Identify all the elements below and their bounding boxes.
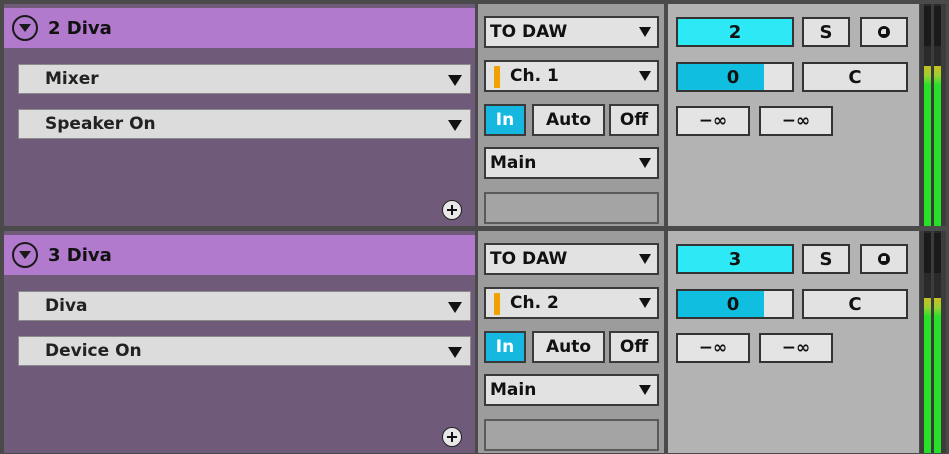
dropdown-arrow-icon — [639, 27, 651, 37]
meter-fill — [934, 297, 941, 453]
level-meter — [920, 231, 946, 453]
midi-channel-select[interactable]: Ch. 1 — [484, 60, 659, 92]
volume-value: 0 — [726, 293, 740, 315]
track-name[interactable]: 2 Diva — [48, 18, 112, 39]
midi-from-select[interactable]: TO DAW — [484, 16, 659, 48]
parameter-chooser[interactable]: Device On — [18, 336, 471, 366]
meter-headroom — [934, 233, 941, 273]
midi-channel-select[interactable]: Ch. 2 — [484, 287, 659, 319]
monitor-off-button[interactable]: Off — [609, 331, 659, 363]
device-chooser[interactable]: Diva — [18, 291, 471, 321]
channel-marker-icon — [494, 66, 500, 88]
monitor-in-button[interactable]: In — [484, 331, 526, 363]
track-activator-button[interactable]: 3 — [676, 244, 794, 274]
volume-slider[interactable]: 0 — [676, 289, 794, 319]
io-section: TO DAW Ch. 2 In Auto Off Main — [478, 231, 664, 453]
solo-button[interactable]: S — [802, 17, 850, 47]
send-a-knob[interactable]: −∞ — [676, 333, 750, 363]
fold-chevron-icon[interactable] — [12, 242, 38, 268]
monitor-auto-button[interactable]: Auto — [532, 104, 605, 136]
output-label: Main — [490, 380, 537, 400]
channel-marker-icon — [494, 293, 500, 315]
io-section: TO DAW Ch. 1 In Auto Off Main — [478, 4, 664, 226]
monitor-auto-button[interactable]: Auto — [532, 331, 605, 363]
volume-value: 0 — [726, 66, 740, 88]
midi-from-label: TO DAW — [490, 249, 568, 269]
dropdown-arrow-icon — [639, 71, 651, 81]
device-chooser-label: Mixer — [45, 69, 99, 89]
mixer-section: 2 S 0 C −∞ −∞ — [668, 4, 919, 226]
dropdown-arrow-icon — [448, 302, 462, 313]
meter-headroom — [924, 233, 931, 273]
pan-knob[interactable]: C — [802, 62, 908, 92]
send-a-knob[interactable]: −∞ — [676, 106, 750, 136]
meter-headroom — [924, 6, 931, 46]
dropdown-arrow-icon — [448, 120, 462, 131]
level-meter — [920, 4, 946, 226]
dropdown-arrow-icon — [639, 254, 651, 264]
cue-button[interactable] — [860, 244, 908, 274]
dropdown-arrow-icon — [448, 75, 462, 86]
add-plus-icon[interactable] — [442, 200, 462, 220]
dropdown-arrow-icon — [639, 385, 651, 395]
output-select[interactable]: Main — [484, 374, 659, 406]
parameter-chooser[interactable]: Speaker On — [18, 109, 471, 139]
midi-channel-label: Ch. 2 — [510, 293, 559, 313]
meter-fill — [934, 66, 941, 226]
track-title-bar[interactable]: 3 Diva — [4, 235, 475, 275]
track-row: 2 Diva Mixer Speaker On TO DAW Ch. 1 In … — [0, 0, 949, 227]
pan-knob[interactable]: C — [802, 289, 908, 319]
meter-left-channel — [924, 4, 931, 226]
meter-headroom — [934, 6, 941, 46]
parameter-chooser-label: Speaker On — [45, 114, 156, 134]
cue-button[interactable] — [860, 17, 908, 47]
meter-fill — [924, 66, 931, 226]
output-channel-empty[interactable] — [484, 419, 659, 451]
mixer-section: 3 S 0 C −∞ −∞ — [668, 231, 919, 453]
midi-from-label: TO DAW — [490, 22, 568, 42]
dropdown-arrow-icon — [448, 347, 462, 358]
send-b-knob[interactable]: −∞ — [759, 106, 833, 136]
meter-left-channel — [924, 231, 931, 453]
output-label: Main — [490, 153, 537, 173]
device-chooser-label: Diva — [45, 296, 88, 316]
dropdown-arrow-icon — [639, 298, 651, 308]
meter-fill — [924, 297, 931, 453]
volume-slider[interactable]: 0 — [676, 62, 794, 92]
parameter-chooser-label: Device On — [45, 341, 142, 361]
track-name[interactable]: 3 Diva — [48, 245, 112, 266]
track-row: 3 Diva Diva Device On TO DAW Ch. 2 In Au… — [0, 227, 949, 454]
monitor-in-button[interactable]: In — [484, 104, 526, 136]
meter-right-channel — [934, 231, 941, 453]
track-title-bar[interactable]: 2 Diva — [4, 8, 475, 48]
headphone-icon — [878, 26, 890, 38]
output-select[interactable]: Main — [484, 147, 659, 179]
add-plus-icon[interactable] — [442, 427, 462, 447]
monitor-off-button[interactable]: Off — [609, 104, 659, 136]
track-device-area: 3 Diva Diva Device On — [4, 231, 475, 453]
fold-chevron-icon[interactable] — [12, 15, 38, 41]
meter-right-channel — [934, 4, 941, 226]
midi-channel-label: Ch. 1 — [510, 66, 559, 86]
midi-from-select[interactable]: TO DAW — [484, 243, 659, 275]
track-device-area: 2 Diva Mixer Speaker On — [4, 4, 475, 226]
output-channel-empty[interactable] — [484, 192, 659, 224]
headphone-icon — [878, 253, 890, 265]
send-b-knob[interactable]: −∞ — [759, 333, 833, 363]
device-chooser[interactable]: Mixer — [18, 64, 471, 94]
dropdown-arrow-icon — [639, 158, 651, 168]
solo-button[interactable]: S — [802, 244, 850, 274]
track-activator-button[interactable]: 2 — [676, 17, 794, 47]
